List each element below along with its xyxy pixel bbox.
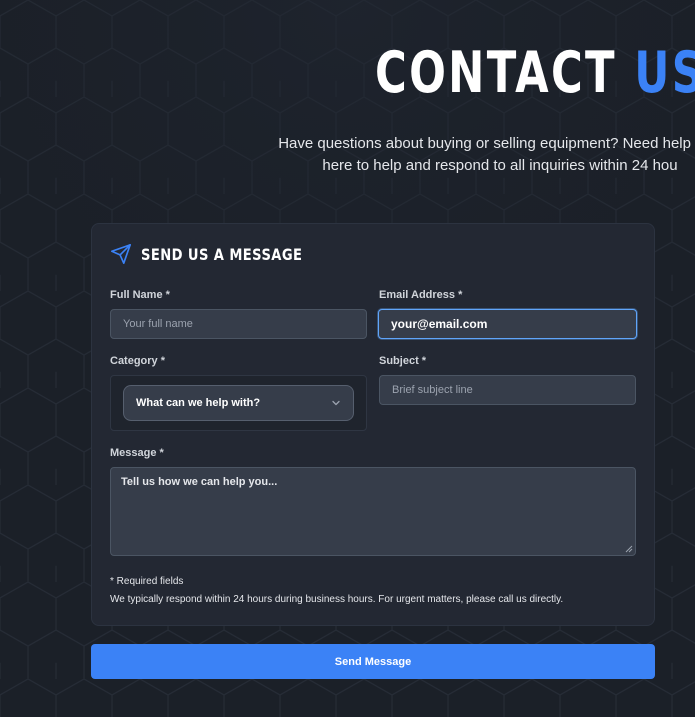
resize-handle-icon[interactable] [625, 545, 633, 553]
subject-input[interactable] [379, 375, 636, 405]
required-fields-note: * Required fields [110, 576, 184, 587]
send-message-button[interactable]: Send Message [91, 644, 655, 679]
message-textarea[interactable] [110, 467, 636, 556]
response-time-note: We typically respond within 24 hours dur… [110, 594, 564, 605]
chevron-down-icon [332, 400, 340, 406]
page-title: CONTACT US [375, 38, 695, 108]
subtitle-line-1: Have questions about buying or selling e… [278, 135, 695, 152]
email-input[interactable] [378, 309, 637, 339]
subtitle-line-2: here to help and respond to all inquirie… [322, 157, 678, 174]
email-label: Email Address * [379, 289, 463, 301]
page-title-main: CONTACT [375, 40, 617, 106]
subject-label: Subject * [379, 355, 427, 367]
category-label: Category * [110, 355, 166, 367]
contact-form-card: SEND US A MESSAGE Full Name * Email Addr… [91, 223, 655, 626]
category-select-container: What can we help with? [110, 375, 367, 431]
page-subtitle: Have questions about buying or selling e… [180, 133, 695, 177]
category-select[interactable]: What can we help with? [123, 385, 354, 421]
full-name-label: Full Name * [110, 289, 170, 301]
send-icon [111, 244, 131, 264]
message-label: Message * [110, 447, 164, 459]
form-header: SEND US A MESSAGE [110, 243, 338, 265]
page-title-accent: US [634, 40, 695, 106]
category-selected-value: What can we help with? [136, 397, 261, 409]
full-name-input[interactable] [110, 309, 367, 339]
form-heading: SEND US A MESSAGE [141, 244, 303, 264]
